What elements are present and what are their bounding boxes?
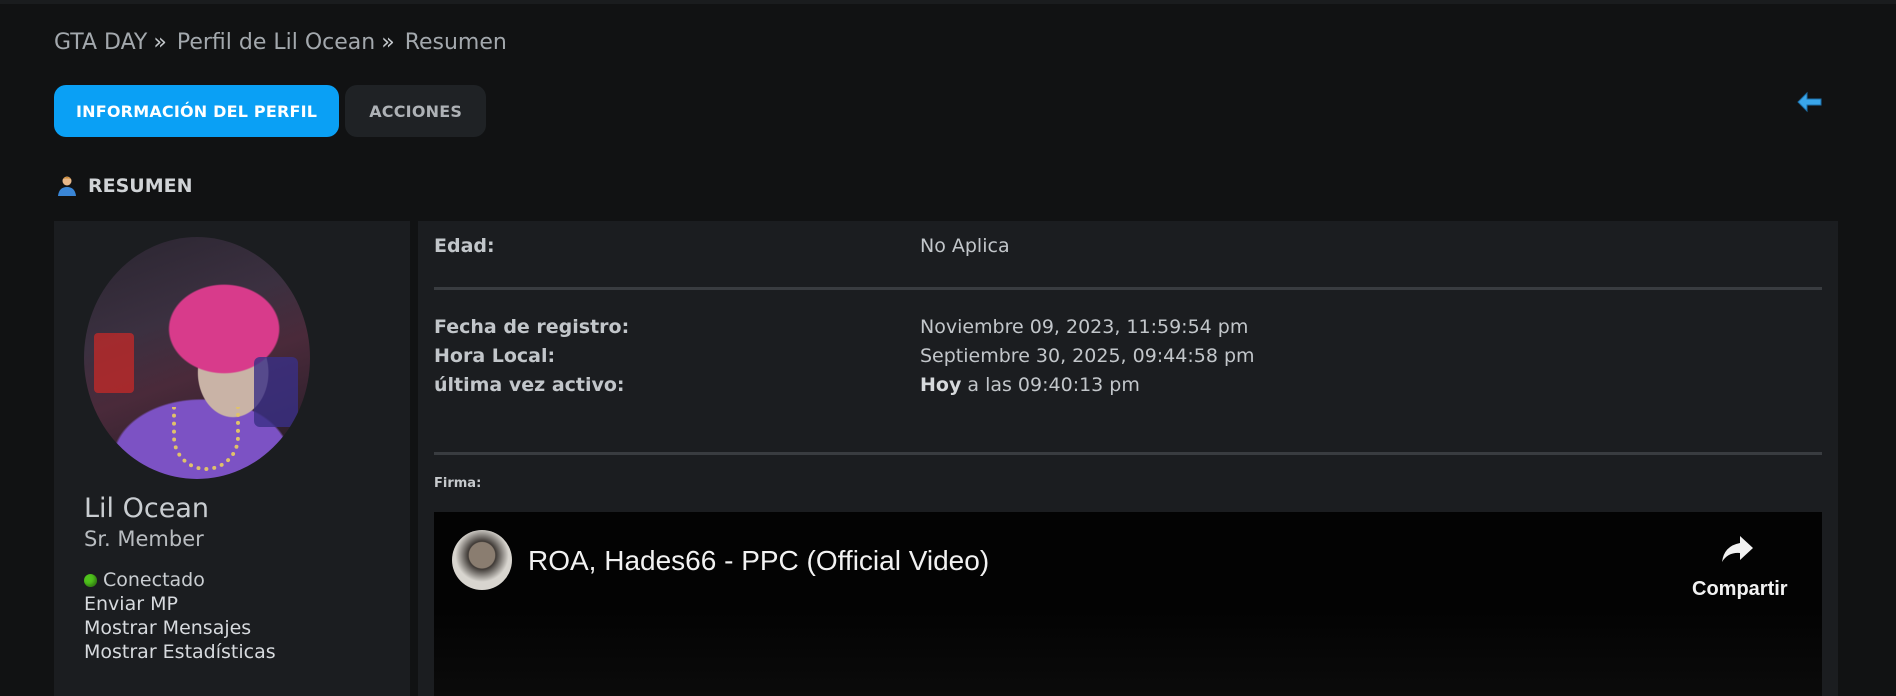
local-time-value: Septiembre 30, 2025, 09:44:58 pm xyxy=(920,345,1255,367)
username: Lil Ocean xyxy=(84,493,209,524)
breadcrumb-item-profile[interactable]: Perfil de Lil Ocean xyxy=(177,30,375,55)
show-stats-link[interactable]: Mostrar Estadísticas xyxy=(84,641,276,663)
show-posts-link[interactable]: Mostrar Mensajes xyxy=(84,617,251,639)
user-icon xyxy=(58,176,76,196)
share-icon[interactable] xyxy=(1720,534,1754,564)
divider xyxy=(434,452,1822,455)
tab-actions[interactable]: ACCIONES xyxy=(345,85,487,137)
back-arrow-icon[interactable] xyxy=(1797,91,1823,113)
online-dot-icon xyxy=(84,573,97,587)
breadcrumb-item-home[interactable]: GTA DAY xyxy=(54,30,147,55)
last-active-day: Hoy xyxy=(920,374,962,396)
last-active-label: última vez activo: xyxy=(434,374,625,396)
profile-sidebar: Lil Ocean Sr. Member Conectado Enviar MP… xyxy=(54,221,410,696)
video-frame xyxy=(434,612,1822,696)
section-header: RESUMEN xyxy=(56,175,193,197)
breadcrumb: GTA DAY» Perfil de Lil Ocean» Resumen xyxy=(54,30,507,55)
send-pm-link[interactable]: Enviar MP xyxy=(84,593,178,615)
profile-details: Edad: No Aplica Fecha de registro: Novie… xyxy=(418,221,1838,696)
avatar-neon-left xyxy=(94,333,134,393)
status-label: Conectado xyxy=(103,569,205,591)
breadcrumb-item-summary[interactable]: Resumen xyxy=(405,30,507,55)
top-border xyxy=(0,0,1896,4)
avatar-neon-right xyxy=(254,357,298,427)
signature-label: Firma: xyxy=(434,476,482,491)
tab-profile-info[interactable]: INFORMACIÓN DEL PERFIL xyxy=(54,85,340,137)
avatar xyxy=(84,237,310,479)
avatar-chain xyxy=(172,407,240,471)
channel-avatar[interactable] xyxy=(452,530,512,590)
last-active-value: Hoy a las 09:40:13 pm xyxy=(920,374,1140,396)
section-title: RESUMEN xyxy=(88,175,193,197)
registered-label: Fecha de registro: xyxy=(434,316,630,338)
online-status: Conectado xyxy=(84,569,205,591)
video-title[interactable]: ROA, Hades66 - PPC (Official Video) xyxy=(528,545,989,577)
local-time-label: Hora Local: xyxy=(434,345,556,367)
user-rank: Sr. Member xyxy=(84,527,204,551)
last-active-time: a las 09:40:13 pm xyxy=(967,374,1140,396)
breadcrumb-separator: » xyxy=(153,30,167,55)
age-label: Edad: xyxy=(434,235,495,257)
profile-tabs: INFORMACIÓN DEL PERFIL ACCIONES xyxy=(54,85,487,137)
divider xyxy=(434,287,1822,290)
registered-value: Noviembre 09, 2023, 11:59:54 pm xyxy=(920,316,1249,338)
share-button[interactable]: Compartir xyxy=(1692,578,1788,601)
video-embed[interactable]: ROA, Hades66 - PPC (Official Video) Comp… xyxy=(434,512,1822,696)
age-value: No Aplica xyxy=(920,235,1010,257)
breadcrumb-separator: » xyxy=(381,30,395,55)
